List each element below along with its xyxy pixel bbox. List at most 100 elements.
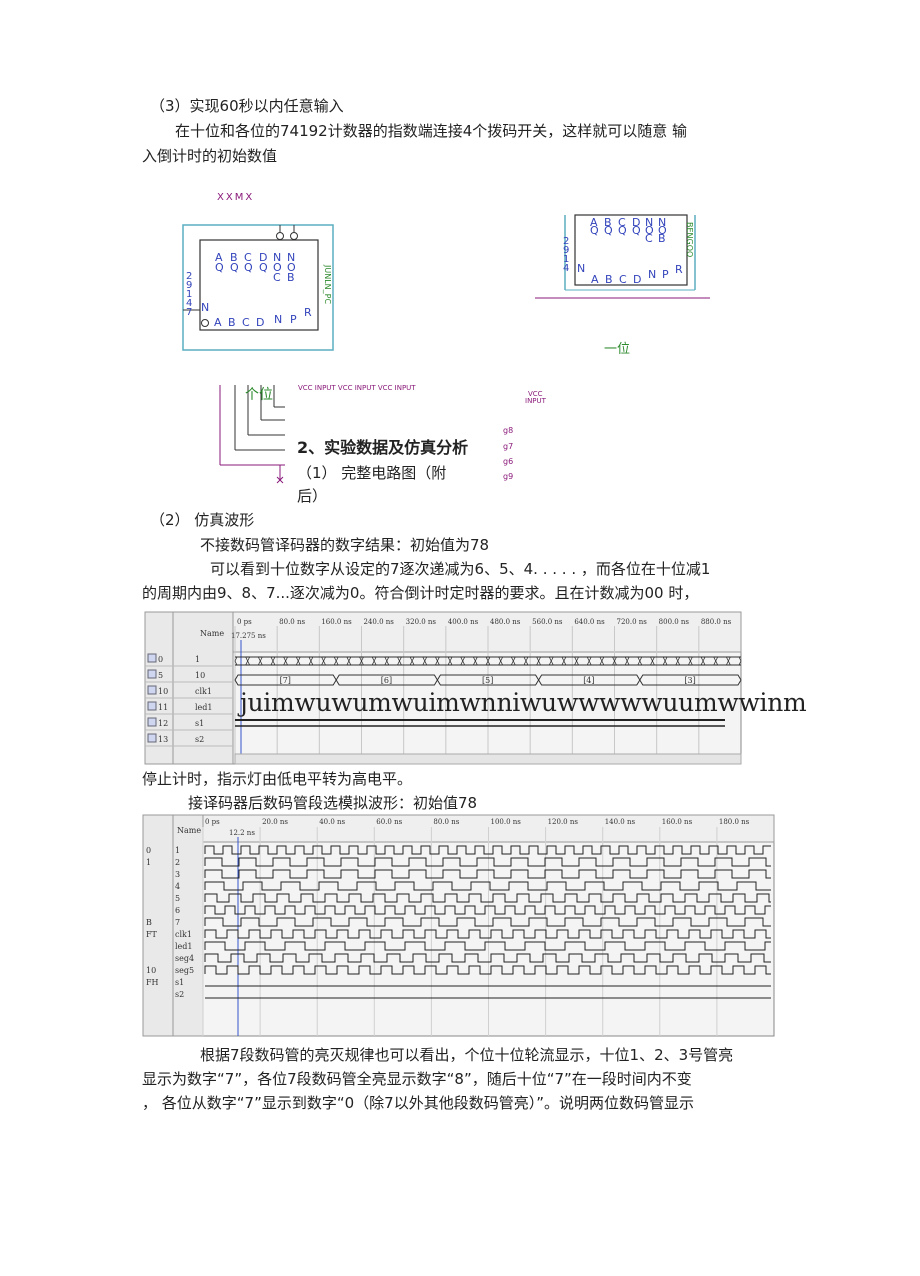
g-label-0: g8 [503,426,514,435]
wave2-row-name: 5 [175,894,180,903]
svg-text:Q: Q [632,224,641,237]
wave1-time-label: 400.0 ns [448,618,479,626]
g-label-2: g6 [503,457,514,466]
left-chip-side: 2 9 1 4 7 N [186,271,209,318]
wave1-row-name: led1 [195,703,213,712]
item1-line-a: （1） 完整电路图（附 [297,464,447,482]
para-line-e: 接译码器后数码管段选模拟波形：初始值78 [188,794,478,812]
svg-text:Q: Q [604,224,613,237]
wave1-row-index: 5 [158,671,163,680]
wave2-row-name: 6 [175,906,180,915]
svg-text:N: N [648,268,656,281]
wave2-row-name: seg5 [175,966,194,975]
wave2-time-label: 80.0 ns [433,818,459,826]
svg-text:Q: Q [244,261,253,274]
wave2-time-label: 20.0 ns [262,818,288,826]
wave2-name-header: Name [177,826,201,835]
wave1-row-name: 10 [195,671,205,680]
wave2-row-index: 1 [146,858,151,867]
svg-text:A: A [214,316,222,329]
svg-text:Q: Q [618,224,627,237]
wave1-row-index: 11 [158,703,168,712]
para-line-a: 不接数码管译码器的数字结果：初始值为78 [200,536,490,554]
wave1-row-index: 12 [158,719,168,728]
label-gewei: 个位 [245,387,273,403]
vcc-right-label-2: INPUT [525,397,546,405]
wave1-row-name: s1 [195,719,204,728]
wave1-row-icon [147,685,157,695]
svg-text:Q: Q [590,224,599,237]
g-label-1: g7 [503,442,514,451]
svg-text:R: R [304,306,312,319]
wave2-time-label: 60.0 ns [376,818,402,826]
svg-text:D: D [256,316,264,329]
wave1-row-name: s2 [195,735,204,744]
left-chip-pins-top: ABCDNN QQQQOO CB [215,251,296,284]
wave1-time-label: 320.0 ns [406,618,437,626]
wave2-cursor-label: 12.2 ns [229,829,255,837]
wave2-row-index: B [146,918,152,927]
wave1-row-index: 0 [158,655,163,664]
section3-para-line2: 入倒计时的初始数值 [142,147,278,165]
left-chip-pins-bottom: A B C D N PR [214,306,312,329]
wave2-row-name: 7 [175,918,180,927]
wave1-time-label: 240.0 ns [364,618,395,626]
label-yiwei: 一位 [604,342,631,357]
svg-text:4: 4 [563,263,569,274]
svg-text:7: 7 [186,307,192,318]
wave2-row-name: seg4 [175,954,194,963]
wave2-row-index: 0 [146,846,151,855]
wave1-bus-value: [5] [482,676,493,685]
wave2-time-label: 100.0 ns [491,818,522,826]
wave1-name-header: Name [200,629,224,638]
wave2-row-name: s2 [175,990,184,999]
svg-text:BENGOO: BENGOO [685,222,694,257]
wave2-row-name: led1 [175,942,193,951]
wave1-time-label: 160.0 ns [321,618,352,626]
wave2-row-name: 2 [175,858,180,867]
wave1-bus-value: [7] [280,676,291,685]
svg-text:B: B [605,273,613,286]
wave1-row-name: 1 [195,655,200,664]
wave1-row-icon [147,717,157,727]
wave2-time-label: 120.0 ns [548,818,579,826]
para-line-b: 可以看到十位数字从设定的7逐次递减为6、5、4. . . . . ，而各位在十位… [210,560,711,578]
wave2-row-name: 4 [175,882,180,891]
wave1-time-label: 0 ps [237,618,252,626]
svg-text:C: C [273,271,281,284]
wave1-bus-value: [4] [583,676,594,685]
svg-text:JUNLN_PC: JUNLN_PC [323,264,332,304]
wave1-overlay-text: juimwuwumwuimwnniwuwwwwwuumwwinm [240,688,807,717]
wave1-row-name: clk1 [195,687,212,696]
svg-text:P: P [662,268,669,281]
wave2-row-name: 1 [175,846,180,855]
svg-text:C: C [242,316,250,329]
para-line-c: 的周期内由9、8、7...逐次减为0。符合倒计时定时器的要求。且在计数减为00 … [142,584,699,602]
conclusion-line-1: 根据7段数码管的亮灭规律也可以看出，个位十位轮流显示，十位1、2、3号管亮 [200,1046,734,1064]
wave2-row-index: 10 [146,966,156,975]
wave1-time-label: 560.0 ns [532,618,563,626]
wave1-row-index: 13 [158,735,168,744]
wave2-time-label: 0 ps [205,818,220,826]
svg-text:C: C [619,273,627,286]
wave2-row-index: FT [146,930,158,939]
svg-text:A: A [591,273,599,286]
section3-para-line1: 在十位和各位的74192计数器的指数端连接4个拨码开关，这样就可以随意 输 [175,122,688,140]
svg-text:N: N [274,313,282,326]
svg-text:B: B [287,271,295,284]
svg-text:D: D [633,273,641,286]
wave2-row-name: 3 [175,870,180,879]
wave1-time-label: 880.0 ns [701,618,732,626]
wave1-bus-value: [3] [684,676,695,685]
wave2-time-label: 180.0 ns [719,818,750,826]
xxmx-label: XXMX [217,192,255,203]
wave1-time-label: 800.0 ns [659,618,690,626]
wave1-row-icon [147,669,157,679]
svg-text:N: N [577,262,585,275]
wave1-time-label: 80.0 ns [279,618,305,626]
svg-text:N: N [201,301,209,314]
wave1-row-icon [147,701,157,711]
wave2-row-name: s1 [175,978,184,987]
circuit-left-schematic: ABCDNN QQQQOO CB 2 9 1 4 7 N A B C D N PR JUN… [182,224,334,351]
vcc-inputs-label: VCC INPUT VCC INPUT VCC INPUT [298,384,416,392]
